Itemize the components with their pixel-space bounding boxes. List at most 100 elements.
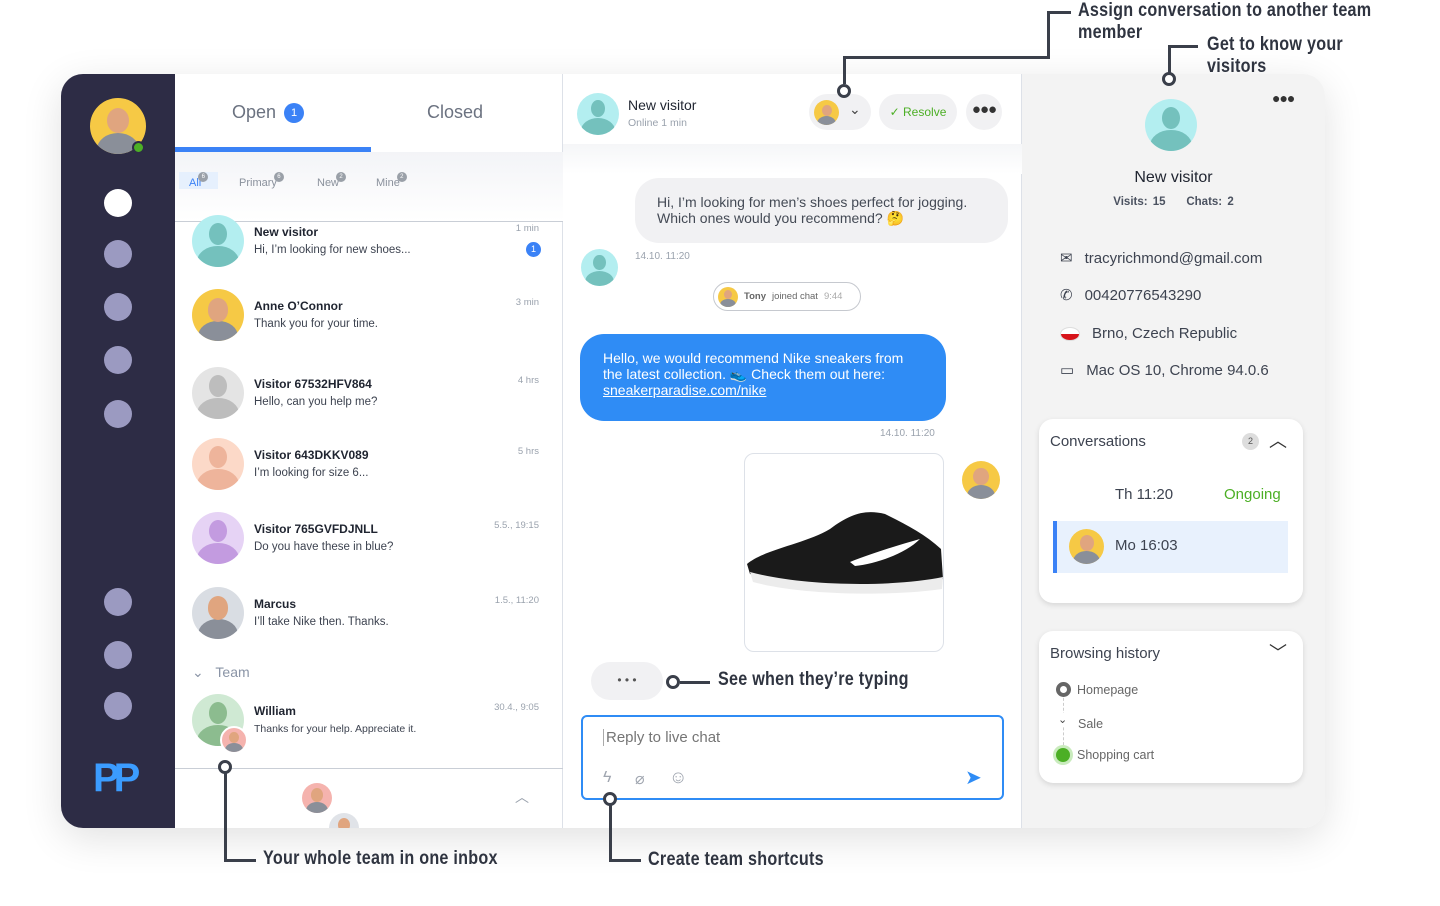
nav-notifications-icon[interactable] (104, 641, 132, 669)
filter-new[interactable]: New2 (317, 172, 347, 189)
tab-closed[interactable]: Closed (427, 102, 483, 123)
chevron-down-icon: ⌄ (1058, 713, 1068, 726)
annotation-team: Your whole team in one inbox (263, 848, 498, 869)
avatar (192, 512, 244, 564)
filter-bar (175, 152, 563, 222)
mail-icon: ✉ (1060, 250, 1073, 267)
attachment-icon[interactable]: ⌀ (635, 769, 645, 789)
agent-avatar (962, 461, 1000, 499)
sneaker-icon (747, 512, 943, 594)
conversations-card: Conversations 2 ︿ Th 11:20 Ongoing Mo 16… (1039, 419, 1303, 603)
avatar (192, 215, 244, 267)
visitor-location: Brno, Czech Republic (1060, 325, 1237, 342)
visitor-status: Online 1 min (628, 117, 687, 129)
open-count-badge: 1 (284, 103, 305, 123)
chevron-up-icon[interactable]: ︿ (1269, 427, 1287, 453)
agent-avatar (718, 286, 738, 307)
conversation-status: Ongoing (1224, 486, 1281, 503)
reply-input[interactable] (603, 729, 983, 746)
nav-help-icon[interactable] (104, 588, 132, 616)
page-start-icon (1056, 682, 1071, 697)
avatar (192, 367, 244, 419)
nav-integrations-icon[interactable] (104, 400, 132, 428)
logo-icon: PP (93, 756, 140, 800)
header-shadow (563, 144, 1022, 174)
conversation-item-selected[interactable]: Mo 16:03 (1053, 521, 1288, 573)
more-options-icon[interactable]: ●●● (1272, 90, 1295, 106)
assign-agent-button[interactable]: ⌄ (809, 94, 871, 130)
team-bar: ︿ (175, 768, 563, 828)
nav-inbox-icon[interactable] (104, 189, 132, 217)
visitor-details-panel: ●●● New visitor Visits: 15 Chats: 2 ✉ tra… (1022, 74, 1325, 828)
nav-visitors-icon[interactable] (104, 293, 132, 321)
send-icon[interactable]: ➤ (965, 765, 982, 790)
avatar (192, 587, 244, 639)
chevron-down-icon: ⌄ (849, 101, 861, 117)
emoji-icon[interactable]: ☺ (669, 767, 687, 788)
nav-contacts-icon[interactable] (104, 240, 132, 268)
visitor-device: ▭ Mac OS 10, Chrome 94.0.6 (1060, 361, 1269, 380)
nav-settings-icon[interactable] (104, 692, 132, 720)
visitor-name: New visitor (628, 97, 697, 113)
history-item: Shopping cart (1077, 748, 1155, 762)
visitor-phone[interactable]: ✆ 00420776543290 (1060, 286, 1201, 305)
team-avatar[interactable] (302, 783, 332, 813)
message-time: 14.10. 11:20 (635, 251, 690, 262)
more-options-icon[interactable]: ●●● (966, 94, 1002, 130)
agent-message: Hello, we would recommend Nike sneakers … (580, 334, 946, 421)
conversation-time[interactable]: Th 11:20 (1115, 486, 1173, 503)
conversation-item[interactable]: Anne O’Connor Thank you for your time. 3 m… (175, 289, 563, 361)
avatar (192, 289, 244, 341)
chevron-up-icon[interactable]: ︿ (515, 787, 529, 807)
filter-mine[interactable]: Mine2 (376, 172, 407, 189)
conversation-item[interactable]: Marcus I’ll take Nike then. Thanks. 1.5., … (175, 587, 563, 659)
agent-avatar (1069, 529, 1104, 564)
join-notice: Tony joined chat 9:44 (713, 282, 861, 311)
visitor-avatar (577, 93, 619, 135)
filter-primary[interactable]: Primary6 (239, 172, 284, 189)
agent-avatar (814, 100, 839, 125)
tab-label: Open (232, 102, 277, 122)
conversation-item[interactable]: New visitor Hi, I’m looking for new shoes… (175, 215, 563, 287)
reply-box[interactable]: ϟ ⌀ ☺ ➤ (581, 715, 1004, 800)
unread-badge: 1 (526, 242, 541, 257)
team-conversation-item[interactable]: William Thanks for your help. Appreciate … (175, 694, 563, 766)
chevron-down-icon[interactable]: ﹀ (1269, 639, 1287, 665)
online-status-icon (132, 141, 145, 154)
sidebar: PP (61, 74, 175, 828)
history-item: Sale (1078, 717, 1104, 731)
card-title: Browsing history (1050, 645, 1161, 662)
filter-all[interactable]: All6 (179, 172, 219, 189)
conversation-item[interactable]: Visitor 67532HFV864 Hello, can you help m… (175, 367, 563, 439)
product-image[interactable] (744, 453, 944, 652)
typing-indicator: • • • (591, 662, 663, 700)
conversation-item[interactable]: Visitor 765GVFDJNLL Do you have these in … (175, 512, 563, 584)
visitor-avatar (581, 249, 618, 286)
czech-flag-icon (1060, 326, 1080, 341)
tab-open[interactable]: Open 1 (232, 102, 305, 123)
annotation-know: Get to know your visitors (1207, 34, 1343, 77)
shortcuts-lightning-icon[interactable]: ϟ (603, 769, 611, 787)
visitor-avatar (1145, 99, 1197, 151)
check-icon: ✓ (889, 105, 904, 119)
avatar (192, 438, 244, 490)
current-page-icon (1056, 748, 1070, 762)
team-section-toggle[interactable]: ⌄ Team (192, 664, 250, 681)
team-label: Team (215, 664, 250, 680)
visitor-message: Hi, I’m looking for men’s shoes perfect … (635, 178, 1008, 243)
conversation-item[interactable]: Visitor 643DKKV089 I’m looking for size 6… (175, 438, 563, 510)
message-link[interactable]: sneakerparadise.com/nike (603, 382, 766, 398)
visitor-email[interactable]: ✉ tracyrichmond@gmail.com (1060, 249, 1262, 268)
annotation-typing: See when they’re typing (718, 669, 909, 690)
resolve-button[interactable]: ✓ Resolve (879, 94, 957, 130)
nav-reports-icon[interactable] (104, 346, 132, 374)
laptop-icon: ▭ (1060, 362, 1075, 379)
phone-icon: ✆ (1060, 287, 1073, 304)
visitor-stats: Visits: 15 Chats: 2 (1113, 196, 1234, 208)
chat-panel: New visitor Online 1 min ⌄ ✓ Resolve ●●●… (563, 74, 1022, 828)
count-badge: 2 (1242, 433, 1259, 450)
annotation-shortcuts: Create team shortcuts (648, 849, 824, 870)
team-avatar[interactable] (329, 813, 359, 828)
app-window: PP Open 1 Closed All6 Primary6 New2 Mine2… (61, 74, 1325, 828)
card-title: Conversations (1050, 433, 1146, 450)
